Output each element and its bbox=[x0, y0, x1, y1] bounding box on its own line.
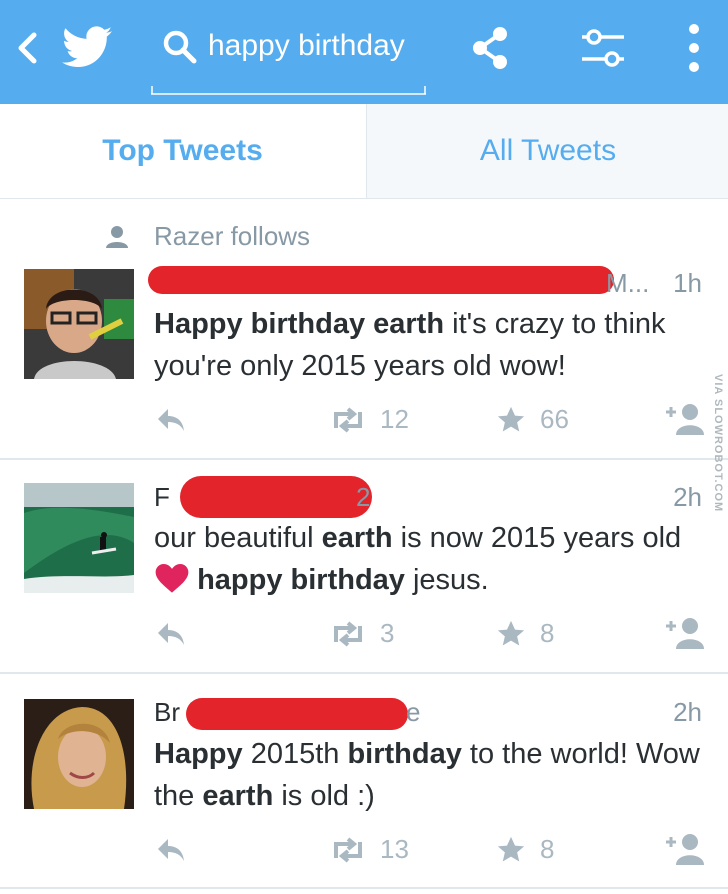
search-icon[interactable] bbox=[162, 29, 198, 65]
retweet-count: 13 bbox=[380, 834, 409, 864]
text: is old :) bbox=[273, 780, 375, 812]
follow-icon bbox=[666, 618, 704, 649]
avatar[interactable] bbox=[24, 483, 134, 593]
follow-button[interactable] bbox=[664, 402, 706, 436]
star-icon bbox=[497, 620, 525, 645]
avatar[interactable] bbox=[24, 269, 134, 379]
text bbox=[189, 564, 197, 596]
favorite-button[interactable]: 8 bbox=[496, 834, 554, 865]
divider bbox=[0, 458, 728, 460]
back-chevron-icon[interactable] bbox=[14, 31, 40, 65]
tweet-text: Happy 2015th birthday to the world! Wow … bbox=[154, 733, 704, 817]
follow-button[interactable] bbox=[664, 616, 706, 650]
highlight: happy birthday bbox=[197, 564, 405, 596]
text: jesus. bbox=[404, 564, 489, 596]
person-icon bbox=[106, 226, 128, 248]
tweet-text: our beautiful earth is now 2015 years ol… bbox=[154, 517, 704, 601]
reply-icon bbox=[158, 623, 184, 645]
star-icon bbox=[497, 406, 525, 431]
highlight: earth bbox=[321, 522, 393, 554]
text: our beautiful bbox=[154, 522, 322, 554]
redacted-name bbox=[186, 698, 408, 730]
redacted-name bbox=[148, 266, 614, 294]
tweet-author-name[interactable]: M... bbox=[606, 268, 649, 299]
favorite-button[interactable]: 66 bbox=[496, 404, 569, 435]
text: is now 2015 years old bbox=[392, 522, 682, 554]
reply-button[interactable] bbox=[156, 837, 186, 863]
retweet-button[interactable]: 13 bbox=[328, 834, 409, 865]
reply-icon bbox=[158, 839, 184, 861]
highlight: earth bbox=[202, 780, 274, 812]
retweet-icon bbox=[334, 836, 362, 863]
retweet-icon bbox=[334, 620, 362, 647]
twitter-bird-icon bbox=[62, 26, 112, 67]
tweet-author-name[interactable]: F bbox=[154, 482, 170, 513]
tweet-timestamp: 2h bbox=[673, 482, 702, 512]
highlight: Happy birthday earth bbox=[154, 308, 445, 340]
filter-icon[interactable] bbox=[580, 28, 628, 68]
highlight: birthday bbox=[347, 738, 462, 770]
follow-icon bbox=[666, 404, 704, 435]
reply-button[interactable] bbox=[156, 621, 186, 647]
retweet-icon bbox=[334, 406, 362, 433]
tweet-author-name[interactable]: Br bbox=[154, 697, 180, 728]
tweet-text: Happy birthday earth it's crazy to think… bbox=[154, 303, 704, 387]
retweet-button[interactable]: 12 bbox=[328, 404, 409, 435]
tweet-handle-fragment: 2 bbox=[356, 482, 371, 512]
tweet-handle-fragment: e bbox=[406, 697, 421, 727]
avatar[interactable] bbox=[24, 699, 134, 809]
follow-icon bbox=[666, 834, 704, 865]
tab-bar: Top Tweets All Tweets bbox=[0, 104, 728, 199]
follows-label: Razer follows bbox=[154, 221, 311, 251]
search-input[interactable]: happy birthday bbox=[208, 28, 405, 64]
reply-icon bbox=[158, 409, 184, 431]
reply-button[interactable] bbox=[156, 407, 186, 433]
favorite-button[interactable]: 8 bbox=[496, 618, 554, 649]
watermark: VIA SLOWROBOT.COM bbox=[712, 374, 724, 513]
favorite-count: 8 bbox=[540, 618, 555, 648]
highlight: Happy bbox=[154, 738, 243, 770]
divider bbox=[0, 887, 728, 889]
retweet-button[interactable]: 3 bbox=[328, 618, 394, 649]
redacted-name bbox=[180, 476, 372, 518]
search-field-underline bbox=[151, 86, 426, 95]
favorite-count: 8 bbox=[540, 834, 555, 864]
favorite-count: 66 bbox=[540, 404, 569, 434]
share-icon[interactable] bbox=[470, 26, 510, 70]
retweet-count: 12 bbox=[380, 404, 409, 434]
divider bbox=[0, 672, 728, 674]
heart-icon bbox=[155, 564, 189, 593]
overflow-menu-icon[interactable] bbox=[686, 22, 702, 74]
app-bar: happy birthday bbox=[0, 0, 728, 104]
tweet-timestamp: 1h bbox=[673, 268, 702, 298]
follow-button[interactable] bbox=[664, 832, 706, 866]
tab-top-tweets[interactable]: Top Tweets bbox=[0, 104, 365, 198]
retweet-count: 3 bbox=[380, 618, 395, 648]
text: 2015th bbox=[242, 738, 348, 770]
tab-all-tweets[interactable]: All Tweets bbox=[366, 104, 728, 198]
tweet-timestamp: 2h bbox=[673, 697, 702, 727]
star-icon bbox=[497, 836, 525, 861]
